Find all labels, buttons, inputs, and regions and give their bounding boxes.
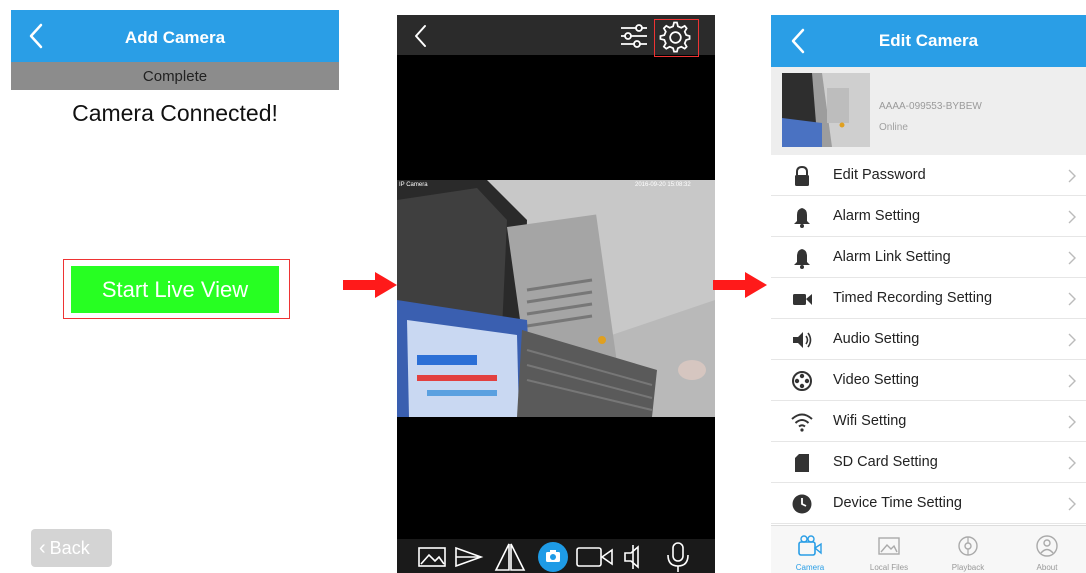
playback-tab-icon xyxy=(958,536,978,556)
timestamp-overlay: 2016-09-20 15:08:32 xyxy=(635,182,691,188)
setting-label: Timed Recording Setting xyxy=(833,290,993,306)
setting-row-edit-password[interactable]: Edit Password xyxy=(771,155,1086,196)
image-tab-icon xyxy=(878,537,900,555)
sd-card-icon xyxy=(795,454,809,472)
clock-icon xyxy=(792,494,812,514)
tab-local-files[interactable]: Local Files xyxy=(850,526,928,573)
back-button-label: Back xyxy=(49,538,90,558)
record-video-icon[interactable] xyxy=(575,545,615,569)
live-view-screen: IP Camera 2016-09-20 15:08:32 xyxy=(397,15,715,573)
setting-row-audio[interactable]: Audio Setting xyxy=(771,319,1086,360)
chevron-right-icon xyxy=(1068,251,1076,265)
tab-about[interactable]: About xyxy=(1008,526,1086,573)
about-tab-icon xyxy=(1036,535,1058,557)
setting-label: Device Time Setting xyxy=(833,495,962,511)
add-camera-header: Add Camera xyxy=(11,10,339,62)
back-button[interactable]: ‹ Back xyxy=(31,529,112,567)
step-status-bar: Complete xyxy=(11,62,339,90)
chevron-right-icon xyxy=(1068,374,1076,388)
live-view-topbar xyxy=(397,15,715,57)
setting-row-timed-recording[interactable]: Timed Recording Setting xyxy=(771,278,1086,319)
adjust-sliders-icon[interactable] xyxy=(619,23,649,49)
back-chevron-icon[interactable] xyxy=(411,23,431,49)
setting-row-wifi[interactable]: Wifi Setting xyxy=(771,401,1086,442)
camera-thumbnail xyxy=(782,73,870,147)
tab-playback[interactable]: Playback xyxy=(929,526,1007,573)
film-reel-icon xyxy=(792,371,812,391)
setting-label: Alarm Setting xyxy=(833,208,921,224)
snapshot-camera-icon[interactable] xyxy=(537,541,569,573)
page-title: Add Camera xyxy=(124,28,226,47)
tab-label: Playback xyxy=(951,563,985,572)
camera-id: AAAA-099553-BYBEW xyxy=(879,101,982,112)
back-chevron-icon: ‹ xyxy=(39,537,46,559)
camera-info-card[interactable]: AAAA-099553-BYBEW Online xyxy=(771,67,1086,155)
setting-label: Wifi Setting xyxy=(833,413,907,429)
edit-camera-screen: Edit Camera AAAA-099553-BYBEW Online Edi… xyxy=(771,15,1086,573)
setting-label: Video Setting xyxy=(833,372,919,388)
chevron-right-icon xyxy=(1068,333,1076,347)
setting-label: Alarm Link Setting xyxy=(833,249,951,265)
chevron-right-icon xyxy=(1068,497,1076,511)
setting-label: Edit Password xyxy=(833,167,926,183)
page-title: Edit Camera xyxy=(878,31,979,50)
speaker-icon[interactable] xyxy=(621,543,651,571)
setting-label: Audio Setting xyxy=(833,331,920,347)
flow-arrow-icon xyxy=(343,272,397,298)
chevron-right-icon xyxy=(1068,292,1076,306)
tab-label: About xyxy=(1036,563,1058,572)
tab-label: Local Files xyxy=(869,563,909,572)
chevron-right-icon xyxy=(1068,456,1076,470)
camera-tab-icon xyxy=(798,535,822,556)
flip-icon[interactable] xyxy=(453,544,485,570)
edit-camera-header: Edit Camera xyxy=(771,15,1086,67)
camera-name-overlay: IP Camera xyxy=(399,182,428,188)
wifi-icon xyxy=(791,413,813,432)
microphone-icon[interactable] xyxy=(663,541,693,573)
setting-row-device-time[interactable]: Device Time Setting xyxy=(771,483,1086,524)
chevron-right-icon xyxy=(1068,169,1076,183)
setting-row-alarm[interactable]: Alarm Setting xyxy=(771,196,1086,237)
video-overlay: IP Camera 2016-09-20 15:08:32 xyxy=(397,180,715,192)
gallery-icon[interactable] xyxy=(417,545,447,569)
bell-icon xyxy=(794,208,810,228)
mirror-icon[interactable] xyxy=(493,542,527,572)
setting-label: SD Card Setting xyxy=(833,454,938,470)
camera-status: Online xyxy=(879,122,908,133)
camera-scene-image xyxy=(397,180,715,417)
start-live-view-button[interactable]: Start Live View xyxy=(71,266,279,313)
setting-row-alarm-link[interactable]: Alarm Link Setting xyxy=(771,237,1086,278)
tab-label: Camera xyxy=(795,563,825,572)
live-video-feed[interactable]: IP Camera 2016-09-20 15:08:32 xyxy=(397,180,715,417)
connection-message: Camera Connected! xyxy=(72,100,278,126)
bottom-tab-bar: Camera Local Files Playback About xyxy=(771,525,1086,573)
live-view-toolbar xyxy=(397,539,715,573)
lock-icon xyxy=(795,165,809,186)
tab-camera[interactable]: Camera xyxy=(771,526,849,573)
bell-icon xyxy=(794,249,810,269)
gear-icon[interactable] xyxy=(659,21,692,54)
flow-arrow-icon xyxy=(713,272,767,298)
setting-row-sd-card[interactable]: SD Card Setting xyxy=(771,442,1086,483)
chevron-right-icon xyxy=(1068,210,1076,224)
chevron-right-icon xyxy=(1068,415,1076,429)
setting-row-video[interactable]: Video Setting xyxy=(771,360,1086,401)
add-camera-screen: Add Camera Complete Camera Connected! St… xyxy=(11,10,339,573)
speaker-icon xyxy=(793,332,812,348)
video-camera-icon xyxy=(793,294,812,305)
